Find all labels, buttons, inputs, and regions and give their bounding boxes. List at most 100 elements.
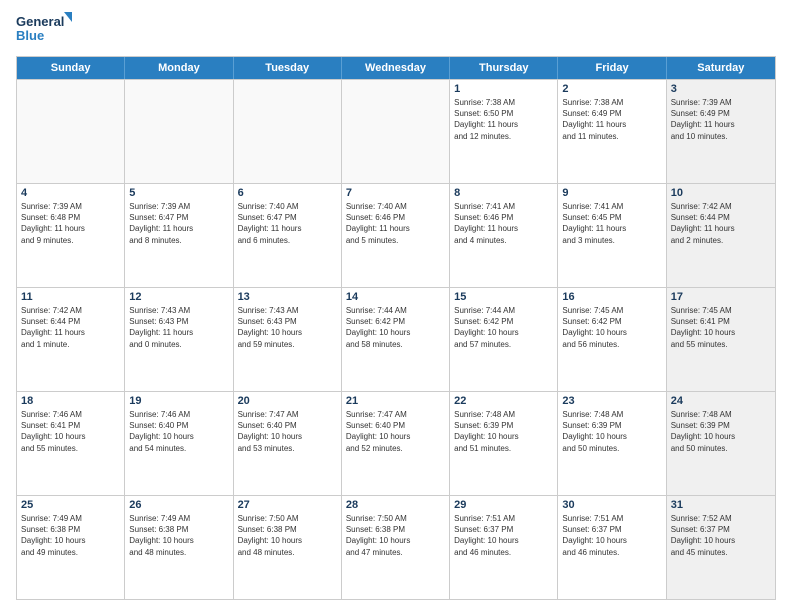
calendar-cell-17: 17 Sunrise: 7:45 AM Sunset: 6:41 PM Dayli… xyxy=(667,288,775,391)
day-info: Sunrise: 7:38 AM Sunset: 6:49 PM Dayligh… xyxy=(562,97,661,142)
day-number: 14 xyxy=(346,291,445,303)
calendar-cell-29: 29Sunrise: 7:51 AM Sunset: 6:37 PM Dayli… xyxy=(450,496,558,599)
calendar-cell-10: 10 Sunrise: 7:42 AM Sunset: 6:44 PM Dayli… xyxy=(667,184,775,287)
calendar-cell-27: 27 Sunrise: 7:50 AM Sunset: 6:38 PM Dayli… xyxy=(234,496,342,599)
day-number: 31 xyxy=(671,499,771,511)
calendar-cell-24: 24 Sunrise: 7:48 AM Sunset: 6:39 PM Dayli… xyxy=(667,392,775,495)
calendar-cell-11: 11 Sunrise: 7:42 AM Sunset: 6:44 PM Dayli… xyxy=(17,288,125,391)
day-info: Sunrise: 7:38 AM Sunset: 6:50 PM Dayligh… xyxy=(454,97,553,142)
day-number: 4 xyxy=(21,187,120,199)
calendar-week-4: 18 Sunrise: 7:46 AM Sunset: 6:41 PM Dayli… xyxy=(17,391,775,495)
calendar-cell-28: 28 Sunrise: 7:50 AM Sunset: 6:38 PM Dayli… xyxy=(342,496,450,599)
day-number: 28 xyxy=(346,499,445,511)
day-info: Sunrise: 7:41 AM Sunset: 6:46 PM Dayligh… xyxy=(454,201,553,246)
calendar-cell-19: 19 Sunrise: 7:46 AM Sunset: 6:40 PM Dayli… xyxy=(125,392,233,495)
calendar-cell-22: 22Sunrise: 7:48 AM Sunset: 6:39 PM Dayli… xyxy=(450,392,558,495)
day-info: Sunrise: 7:39 AM Sunset: 6:49 PM Dayligh… xyxy=(671,97,771,142)
day-number: 18 xyxy=(21,395,120,407)
day-number: 6 xyxy=(238,187,337,199)
header-day-saturday: Saturday xyxy=(667,57,775,79)
logo: General Blue xyxy=(16,12,76,48)
day-info: Sunrise: 7:48 AM Sunset: 6:39 PM Dayligh… xyxy=(562,409,661,454)
day-info: Sunrise: 7:48 AM Sunset: 6:39 PM Dayligh… xyxy=(671,409,771,454)
calendar-week-2: 4 Sunrise: 7:39 AM Sunset: 6:48 PM Daylig… xyxy=(17,183,775,287)
day-number: 26 xyxy=(129,499,228,511)
header-day-thursday: Thursday xyxy=(450,57,558,79)
day-info: Sunrise: 7:49 AM Sunset: 6:38 PM Dayligh… xyxy=(21,513,120,558)
day-number: 3 xyxy=(671,83,771,95)
calendar-week-1: 1Sunrise: 7:38 AM Sunset: 6:50 PM Daylig… xyxy=(17,79,775,183)
day-number: 8 xyxy=(454,187,553,199)
calendar-header: SundayMondayTuesdayWednesdayThursdayFrid… xyxy=(17,57,775,79)
day-info: Sunrise: 7:43 AM Sunset: 6:43 PM Dayligh… xyxy=(129,305,228,350)
calendar-cell-31: 31 Sunrise: 7:52 AM Sunset: 6:37 PM Dayli… xyxy=(667,496,775,599)
day-number: 11 xyxy=(21,291,120,303)
day-info: Sunrise: 7:41 AM Sunset: 6:45 PM Dayligh… xyxy=(562,201,661,246)
calendar-cell-9: 9Sunrise: 7:41 AM Sunset: 6:45 PM Daylig… xyxy=(558,184,666,287)
calendar-cell-empty xyxy=(17,80,125,183)
day-info: Sunrise: 7:49 AM Sunset: 6:38 PM Dayligh… xyxy=(129,513,228,558)
day-info: Sunrise: 7:40 AM Sunset: 6:47 PM Dayligh… xyxy=(238,201,337,246)
day-number: 19 xyxy=(129,395,228,407)
day-info: Sunrise: 7:44 AM Sunset: 6:42 PM Dayligh… xyxy=(454,305,553,350)
svg-text:General: General xyxy=(16,14,64,29)
calendar-cell-empty xyxy=(342,80,450,183)
day-number: 27 xyxy=(238,499,337,511)
logo-svg: General Blue xyxy=(16,12,76,48)
calendar-cell-14: 14 Sunrise: 7:44 AM Sunset: 6:42 PM Dayli… xyxy=(342,288,450,391)
calendar-cell-empty xyxy=(234,80,342,183)
calendar-body: 1Sunrise: 7:38 AM Sunset: 6:50 PM Daylig… xyxy=(17,79,775,599)
day-info: Sunrise: 7:42 AM Sunset: 6:44 PM Dayligh… xyxy=(671,201,771,246)
day-info: Sunrise: 7:45 AM Sunset: 6:42 PM Dayligh… xyxy=(562,305,661,350)
calendar-cell-16: 16Sunrise: 7:45 AM Sunset: 6:42 PM Dayli… xyxy=(558,288,666,391)
day-number: 10 xyxy=(671,187,771,199)
calendar-cell-4: 4 Sunrise: 7:39 AM Sunset: 6:48 PM Daylig… xyxy=(17,184,125,287)
day-number: 2 xyxy=(562,83,661,95)
day-number: 24 xyxy=(671,395,771,407)
calendar-week-5: 25 Sunrise: 7:49 AM Sunset: 6:38 PM Dayli… xyxy=(17,495,775,599)
header-day-friday: Friday xyxy=(558,57,666,79)
day-number: 13 xyxy=(238,291,337,303)
day-number: 23 xyxy=(562,395,661,407)
calendar-cell-empty xyxy=(125,80,233,183)
day-info: Sunrise: 7:39 AM Sunset: 6:48 PM Dayligh… xyxy=(21,201,120,246)
calendar-cell-21: 21Sunrise: 7:47 AM Sunset: 6:40 PM Dayli… xyxy=(342,392,450,495)
day-info: Sunrise: 7:40 AM Sunset: 6:46 PM Dayligh… xyxy=(346,201,445,246)
calendar-cell-12: 12 Sunrise: 7:43 AM Sunset: 6:43 PM Dayli… xyxy=(125,288,233,391)
day-info: Sunrise: 7:50 AM Sunset: 6:38 PM Dayligh… xyxy=(238,513,337,558)
day-info: Sunrise: 7:47 AM Sunset: 6:40 PM Dayligh… xyxy=(346,409,445,454)
calendar-cell-1: 1Sunrise: 7:38 AM Sunset: 6:50 PM Daylig… xyxy=(450,80,558,183)
day-number: 25 xyxy=(21,499,120,511)
svg-text:Blue: Blue xyxy=(16,28,44,43)
day-info: Sunrise: 7:51 AM Sunset: 6:37 PM Dayligh… xyxy=(454,513,553,558)
day-number: 7 xyxy=(346,187,445,199)
calendar-cell-15: 15 Sunrise: 7:44 AM Sunset: 6:42 PM Dayli… xyxy=(450,288,558,391)
day-number: 12 xyxy=(129,291,228,303)
day-number: 22 xyxy=(454,395,553,407)
day-info: Sunrise: 7:45 AM Sunset: 6:41 PM Dayligh… xyxy=(671,305,771,350)
calendar: SundayMondayTuesdayWednesdayThursdayFrid… xyxy=(16,56,776,600)
calendar-cell-20: 20Sunrise: 7:47 AM Sunset: 6:40 PM Dayli… xyxy=(234,392,342,495)
day-info: Sunrise: 7:43 AM Sunset: 6:43 PM Dayligh… xyxy=(238,305,337,350)
day-number: 17 xyxy=(671,291,771,303)
day-info: Sunrise: 7:51 AM Sunset: 6:37 PM Dayligh… xyxy=(562,513,661,558)
day-number: 15 xyxy=(454,291,553,303)
calendar-cell-26: 26 Sunrise: 7:49 AM Sunset: 6:38 PM Dayli… xyxy=(125,496,233,599)
header-day-wednesday: Wednesday xyxy=(342,57,450,79)
day-number: 30 xyxy=(562,499,661,511)
day-info: Sunrise: 7:46 AM Sunset: 6:40 PM Dayligh… xyxy=(129,409,228,454)
header-day-sunday: Sunday xyxy=(17,57,125,79)
day-number: 5 xyxy=(129,187,228,199)
day-info: Sunrise: 7:46 AM Sunset: 6:41 PM Dayligh… xyxy=(21,409,120,454)
header-day-tuesday: Tuesday xyxy=(234,57,342,79)
calendar-cell-2: 2 Sunrise: 7:38 AM Sunset: 6:49 PM Daylig… xyxy=(558,80,666,183)
calendar-cell-30: 30 Sunrise: 7:51 AM Sunset: 6:37 PM Dayli… xyxy=(558,496,666,599)
page-header: General Blue xyxy=(16,12,776,48)
calendar-cell-5: 5Sunrise: 7:39 AM Sunset: 6:47 PM Daylig… xyxy=(125,184,233,287)
day-info: Sunrise: 7:44 AM Sunset: 6:42 PM Dayligh… xyxy=(346,305,445,350)
calendar-cell-6: 6 Sunrise: 7:40 AM Sunset: 6:47 PM Daylig… xyxy=(234,184,342,287)
day-info: Sunrise: 7:52 AM Sunset: 6:37 PM Dayligh… xyxy=(671,513,771,558)
calendar-cell-7: 7 Sunrise: 7:40 AM Sunset: 6:46 PM Daylig… xyxy=(342,184,450,287)
day-info: Sunrise: 7:42 AM Sunset: 6:44 PM Dayligh… xyxy=(21,305,120,350)
day-info: Sunrise: 7:50 AM Sunset: 6:38 PM Dayligh… xyxy=(346,513,445,558)
